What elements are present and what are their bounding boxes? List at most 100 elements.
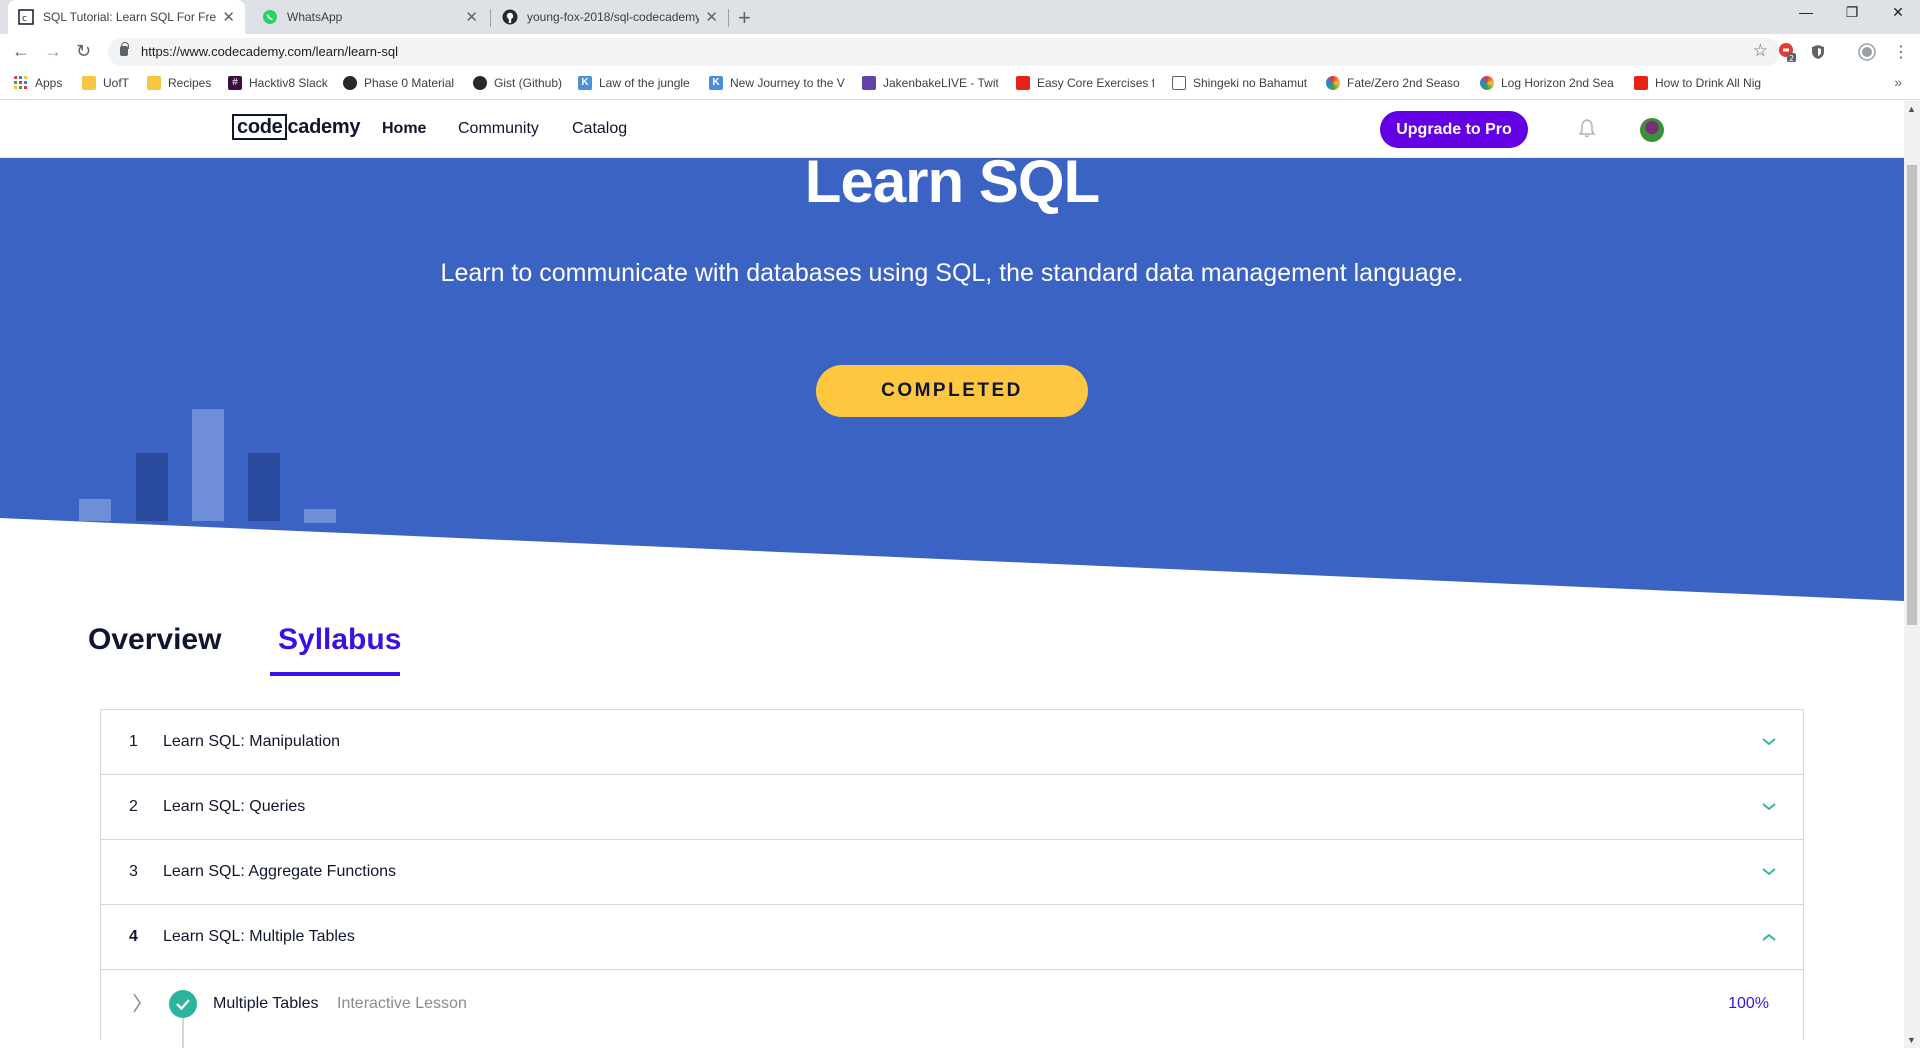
unit-number: 2 — [129, 798, 138, 815]
chevron-right-icon[interactable] — [131, 992, 143, 1014]
close-tab-icon[interactable]: ✕ — [705, 8, 718, 26]
bookmark-law-of-the-jungle[interactable]: K Law of the jungle — [578, 76, 694, 90]
back-arrow-icon[interactable]: ← — [12, 41, 30, 62]
syllabus-unit-2[interactable]: 2 Learn SQL: Queries — [101, 775, 1803, 840]
slack-icon: # — [228, 76, 242, 90]
bookmark-label: Log Horizon 2nd Sea — [1501, 76, 1614, 90]
unit-number: 4 — [129, 928, 138, 945]
folder-icon — [82, 76, 96, 90]
chevron-down-icon[interactable] — [1761, 734, 1777, 750]
browser-tab-sql-tutorial[interactable]: c SQL Tutorial: Learn SQL For Free ✕ — [8, 0, 245, 34]
reload-icon[interactable]: ↻ — [76, 41, 91, 62]
bookmark-fate-zero[interactable]: Fate/Zero 2nd Seaso — [1326, 76, 1462, 90]
bookmark-label: UofT — [103, 76, 130, 90]
bookmark-label: How to Drink All Nig — [1655, 76, 1762, 90]
bookmark-label: Phase 0 Material — [364, 76, 455, 90]
syllabus-unit-1[interactable]: 1 Learn SQL: Manipulation — [101, 710, 1803, 775]
unit-number: 3 — [129, 863, 138, 880]
bookmark-phase-0-material[interactable]: Phase 0 Material — [343, 76, 459, 90]
chevron-down-icon[interactable] — [1761, 799, 1777, 815]
bookmark-how-to-drink[interactable]: How to Drink All Nig — [1634, 76, 1770, 90]
bookmark-star-icon[interactable]: ☆ — [1753, 41, 1768, 61]
bookmark-easy-core-exercises[interactable]: Easy Core Exercises f — [1016, 76, 1154, 90]
active-tab-underline — [270, 672, 400, 676]
github-icon — [502, 9, 518, 25]
browser-tab-whatsapp[interactable]: WhatsApp ✕ — [252, 0, 488, 34]
tab-separator — [728, 9, 729, 27]
unit-number: 1 — [129, 733, 138, 750]
bookmark-label: Fate/Zero 2nd Seaso — [1347, 76, 1460, 90]
codecademy-logo[interactable]: code cademy — [232, 114, 361, 140]
lesson-row[interactable]: Multiple Tables Interactive Lesson 100% — [101, 970, 1803, 1048]
scroll-down-icon[interactable]: ▼ — [1907, 1035, 1916, 1045]
lesson-name[interactable]: Multiple Tables — [213, 995, 319, 1013]
more-bookmarks-icon[interactable]: » — [1894, 74, 1902, 90]
bookmark-log-horizon[interactable]: Log Horizon 2nd Sea — [1480, 76, 1616, 90]
page-viewport: Learn SQL Learn to communicate with data… — [0, 101, 1904, 1048]
bookmark-label: Shingeki no Bahamut — [1193, 76, 1308, 90]
bookmark-new-journey[interactable]: K New Journey to the V — [709, 76, 845, 90]
browser-tab-strip: c SQL Tutorial: Learn SQL For Free ✕ Wha… — [0, 0, 1920, 34]
new-tab-button[interactable]: + — [738, 5, 751, 31]
chevron-up-icon[interactable] — [1761, 929, 1777, 945]
chevron-down-icon[interactable] — [1761, 864, 1777, 880]
crunchyroll-icon — [1480, 76, 1494, 90]
browser-tab-github[interactable]: young-fox-2018/sql-codecademy ✕ — [492, 0, 728, 34]
syllabus-unit-4[interactable]: 4 Learn SQL: Multiple Tables — [101, 905, 1803, 970]
bookmark-label: Easy Core Exercises f — [1037, 76, 1154, 90]
twitch-icon — [862, 76, 876, 90]
nav-home[interactable]: Home — [382, 120, 426, 138]
bookmark-uoft[interactable]: UofT — [82, 76, 138, 90]
decor-bar-5 — [304, 509, 336, 523]
bookmark-label: New Journey to the V — [730, 76, 845, 90]
logo-code-part: code — [232, 114, 288, 140]
restore-window-icon[interactable]: ❐ — [1829, 4, 1875, 21]
tab-syllabus[interactable]: Syllabus — [278, 623, 401, 657]
lesson-connector-line — [182, 1018, 184, 1048]
user-avatar[interactable] — [1640, 118, 1664, 142]
minimize-window-icon[interactable]: — — [1783, 4, 1829, 20]
bookmark-gist-github[interactable]: Gist (Github) — [473, 76, 565, 90]
bookmark-shingeki-no-bahamut[interactable]: Shingeki no Bahamut — [1172, 76, 1308, 90]
nav-community[interactable]: Community — [458, 120, 539, 138]
browser-toolbar: ← → ↻ https://www.codecademy.com/learn/l… — [0, 34, 1920, 70]
k-icon: K — [709, 76, 723, 90]
close-window-icon[interactable]: ✕ — [1875, 4, 1920, 21]
decor-bar-1 — [79, 499, 111, 521]
url-text[interactable]: https://www.codecademy.com/learn/learn-s… — [141, 44, 398, 59]
decor-bar-2 — [136, 453, 168, 521]
decor-bar-3 — [192, 409, 224, 521]
whatsapp-icon — [263, 10, 277, 24]
menu-kebab-icon[interactable]: ⋮ — [1893, 42, 1909, 62]
forward-arrow-icon[interactable]: → — [44, 41, 62, 62]
close-tab-icon[interactable]: ✕ — [222, 8, 235, 26]
syllabus-unit-3[interactable]: 3 Learn SQL: Aggregate Functions — [101, 840, 1803, 905]
tab-title: WhatsApp — [287, 10, 343, 24]
bookmark-recipes[interactable]: Recipes — [147, 76, 217, 90]
tab-overview[interactable]: Overview — [88, 623, 221, 657]
upgrade-to-pro-button[interactable]: Upgrade to Pro — [1380, 111, 1528, 148]
logo-cademy-part: cademy — [287, 116, 361, 138]
profile-icon[interactable] — [1858, 43, 1876, 61]
lesson-type: Interactive Lesson — [337, 995, 467, 1012]
codecademy-favicon-icon: c — [18, 9, 34, 25]
course-description: Learn to communicate with databases usin… — [440, 259, 1464, 287]
bookmark-apps[interactable]: Apps — [14, 76, 70, 90]
decor-bar-4 — [248, 453, 280, 521]
bookmark-jakenbakelive[interactable]: JakenbakeLIVE - Twit — [862, 76, 998, 90]
folder-icon — [147, 76, 161, 90]
shield-extension-icon[interactable] — [1811, 44, 1825, 60]
scrollbar-thumb[interactable] — [1907, 165, 1917, 625]
bookmark-hacktiv8-slack[interactable]: # Hacktiv8 Slack — [228, 76, 332, 90]
bookmark-label: Law of the jungle — [599, 76, 690, 90]
scroll-up-icon[interactable]: ▲ — [1907, 104, 1916, 114]
notification-bell-icon[interactable] — [1578, 118, 1596, 138]
close-tab-icon[interactable]: ✕ — [465, 8, 478, 26]
lock-icon — [120, 42, 129, 56]
nav-catalog[interactable]: Catalog — [572, 120, 627, 138]
page-scrollbar[interactable]: ▲ ▼ — [1904, 101, 1920, 1048]
k-icon: K — [578, 76, 592, 90]
completed-button[interactable]: COMPLETED — [816, 365, 1088, 417]
address-bar[interactable]: https://www.codecademy.com/learn/learn-s… — [108, 38, 1780, 66]
adblock-extension-icon[interactable]: 2 — [1778, 42, 1796, 62]
